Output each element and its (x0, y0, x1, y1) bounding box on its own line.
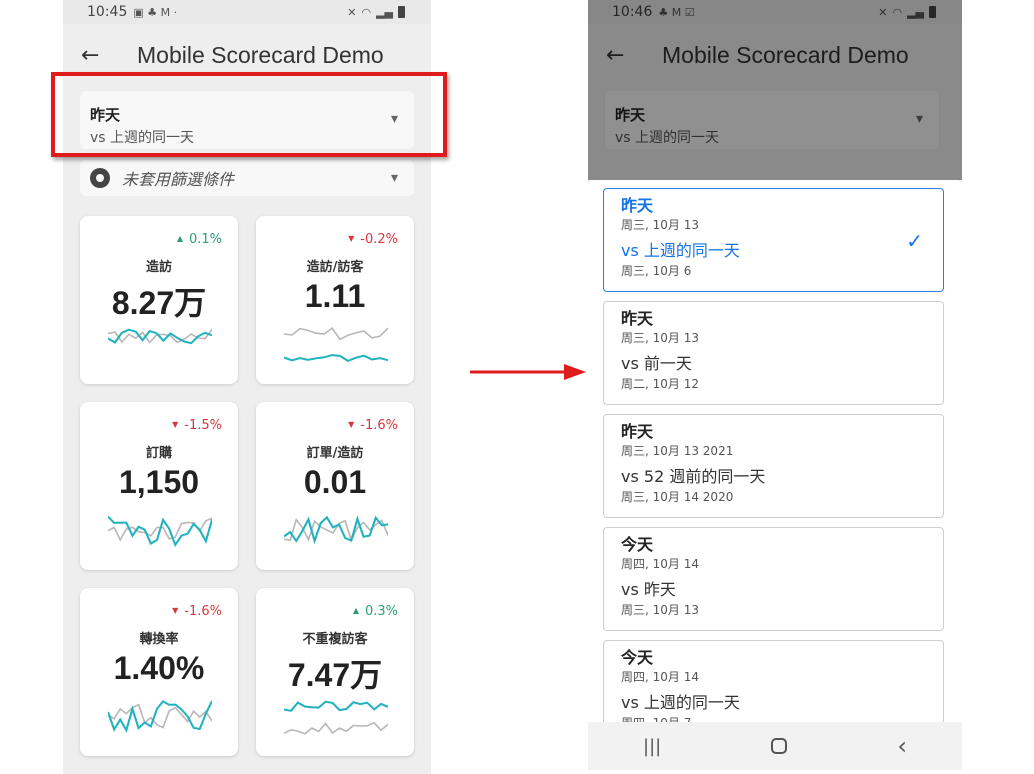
option-range-date: 周四, 10月 14 (621, 670, 699, 684)
highlight-box (51, 72, 447, 157)
sparkline (108, 700, 212, 733)
option-range-label: 今天 (621, 648, 654, 667)
status-time: 10:45 (87, 4, 128, 20)
option-range-date: 周三, 10月 13 2021 (621, 444, 734, 458)
transition-arrow (470, 364, 586, 380)
home-nav-icon[interactable] (771, 738, 788, 754)
triangle-down-icon: ▼ (348, 420, 355, 429)
delta-value: -1.6% (360, 418, 398, 433)
metric-card[interactable]: ▼ -1.5% 訂購 1,150 (80, 402, 238, 570)
date-options-sheet: 昨天 周三, 10月 13 vs 上週的同一天 周三, 10月 6 ✓ 昨天 周三, 10月… (588, 180, 962, 722)
metric-label: 造訪/訪客 (306, 260, 364, 275)
metric-delta: ▼ -1.6% (348, 418, 398, 433)
sparkline (284, 515, 388, 545)
metric-card[interactable]: ▲ 0.1% 造訪 8.27万 (80, 216, 238, 384)
segment-icon (90, 168, 110, 188)
triangle-up-icon: ▲ (352, 606, 359, 615)
chevron-down-icon: ▾ (390, 170, 398, 186)
option-range-label: 今天 (621, 535, 654, 554)
delta-value: -0.2% (360, 232, 398, 247)
date-option[interactable]: 昨天周三, 10月 13 vs 上週的同一天周三, 10月 6 ✓ (603, 188, 944, 292)
modal-scrim[interactable] (588, 0, 962, 180)
metric-label: 訂購 (145, 446, 172, 461)
date-option[interactable]: 今天周四, 10月 14 vs 昨天周三, 10月 13 (603, 527, 944, 631)
date-option[interactable]: 今天周四, 10月 14 vs 上週的同一天周四, 10月 7 (603, 640, 944, 722)
sparkline (108, 328, 212, 345)
metric-card[interactable]: ▼ -0.2% 造訪/訪客 1.11 (256, 216, 414, 384)
metric-delta: ▼ -0.2% (348, 232, 398, 247)
metric-card[interactable]: ▲ 0.3% 不重複訪客 7.47万 (256, 588, 414, 756)
date-option[interactable]: 昨天周三, 10月 13 vs 前一天周二, 10月 12 (603, 301, 944, 405)
metric-value: 1.11 (304, 278, 366, 314)
notification-icons: ▣ ♣ M · (133, 5, 178, 19)
delta-value: -1.5% (184, 418, 222, 433)
sparkline (108, 515, 212, 548)
signal-icon: ▂▄ (376, 5, 393, 19)
metric-card[interactable]: ▼ -1.6% 轉換率 1.40% (80, 588, 238, 756)
sparkline-current (284, 700, 388, 712)
option-compare-label: vs 昨天 (621, 580, 676, 599)
option-range-label: 昨天 (621, 309, 654, 328)
sparkline-current (108, 515, 212, 548)
sparkline (284, 326, 388, 363)
triangle-down-icon: ▼ (172, 420, 179, 429)
filter-selector[interactable]: 未套用篩選條件 ▾ (80, 160, 414, 196)
delta-value: 0.1% (188, 232, 222, 247)
mute-icon: ✕ (347, 5, 357, 19)
status-bar: 10:45 ▣ ♣ M · ✕ ◠ ▂▄ (63, 0, 431, 24)
option-range-date: 周三, 10月 13 (621, 218, 699, 232)
option-compare-date: 周三, 10月 13 (621, 603, 699, 617)
metric-delta: ▲ 0.3% (353, 604, 398, 619)
comparison-illustration: 10:45 ▣ ♣ M · ✕ ◠ ▂▄ ← Mobile Scorecard … (0, 0, 1034, 774)
triangle-down-icon: ▼ (172, 606, 179, 615)
option-compare-date: 周四, 10月 7 (621, 714, 926, 722)
option-compare-label: vs 52 週前的同一天 (621, 467, 766, 486)
triangle-up-icon: ▲ (176, 234, 183, 243)
back-nav-icon[interactable]: ‹ (897, 732, 907, 760)
sparkline-current (284, 354, 388, 363)
metric-label: 造訪 (145, 260, 172, 275)
right-phone-screen: 10:46 ♣ M ☑ ✕ ◠ ▂▄ ← Mobile Scorecard De… (588, 0, 962, 770)
metric-delta: ▼ -1.5% (172, 418, 222, 433)
metric-label: 轉換率 (139, 632, 179, 647)
triangle-down-icon: ▼ (348, 234, 355, 243)
metric-value: 1.40% (113, 650, 205, 686)
option-compare-date: 周三, 10月 6 (621, 264, 692, 278)
sparkline-previous (284, 721, 388, 735)
filter-label: 未套用篩選條件 (122, 170, 235, 189)
option-compare-label: vs 上週的同一天 (621, 241, 740, 260)
option-compare-label: vs 上週的同一天 (621, 693, 740, 712)
option-range-label: 昨天 (621, 196, 654, 215)
wifi-icon: ◠ (361, 5, 372, 19)
metric-value: 1,150 (118, 464, 200, 500)
option-compare-date: 周三, 10月 14 2020 (621, 490, 734, 504)
option-compare-label: vs 前一天 (621, 354, 692, 373)
option-range-date: 周四, 10月 14 (621, 557, 699, 571)
metric-delta: ▼ -1.6% (172, 604, 222, 619)
sparkline-previous (284, 326, 388, 341)
delta-value: -1.6% (184, 604, 222, 619)
recents-nav-icon[interactable]: ||| (643, 736, 661, 757)
back-arrow-icon[interactable]: ← (81, 43, 121, 68)
metric-label: 訂單/造訪 (306, 446, 364, 461)
metric-label: 不重複訪客 (302, 632, 368, 647)
sparkline (284, 700, 388, 735)
metric-value: 7.47万 (287, 657, 383, 693)
metric-card[interactable]: ▼ -1.6% 訂單/造訪 0.01 (256, 402, 414, 570)
metric-delta: ▲ 0.1% (177, 232, 222, 247)
metric-value: 8.27万 (111, 285, 207, 321)
battery-icon (398, 6, 405, 18)
option-range-date: 周三, 10月 13 (621, 331, 699, 345)
metric-value: 0.01 (303, 464, 367, 500)
date-option[interactable]: 昨天周三, 10月 13 2021 vs 52 週前的同一天周三, 10月 14 … (603, 414, 944, 518)
option-range-label: 昨天 (621, 422, 654, 441)
delta-value: 0.3% (364, 604, 398, 619)
checkmark-icon: ✓ (906, 229, 923, 253)
option-compare-date: 周二, 10月 12 (621, 377, 699, 391)
app-title: Mobile Scorecard Demo (137, 41, 384, 68)
system-nav-bar: ||| ‹ (588, 722, 962, 770)
